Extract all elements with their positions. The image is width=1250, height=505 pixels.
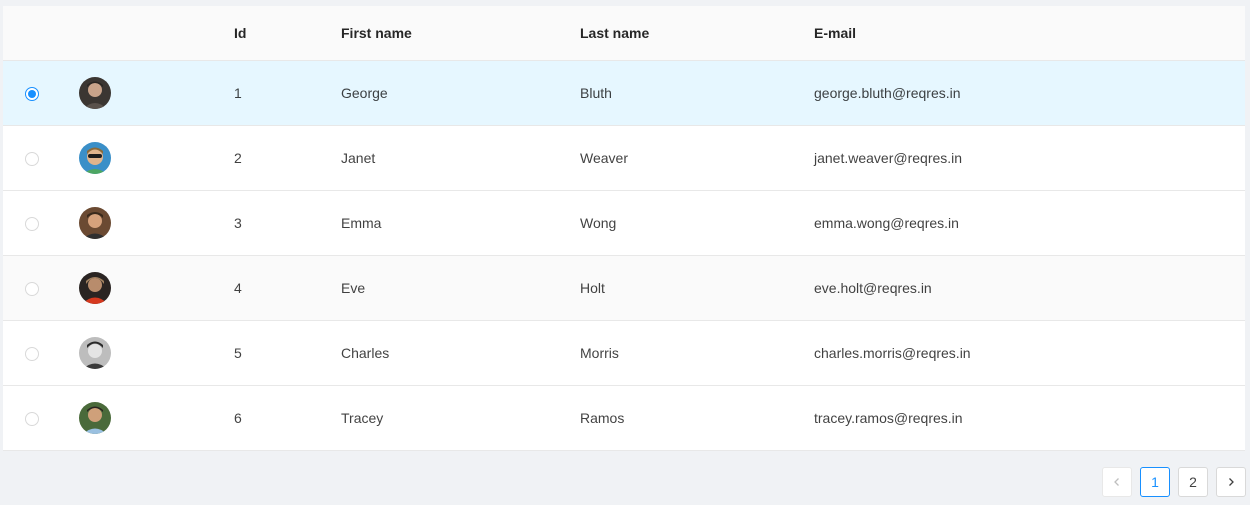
george-avatar: [79, 77, 111, 109]
row-radio[interactable]: [25, 412, 39, 427]
cell-first-name: Emma: [341, 190, 580, 256]
table-row[interactable]: 1 George Bluth george.bluth@reqres.in: [3, 60, 1245, 126]
users-table: Id First name Last name E-mail 1 George …: [3, 6, 1245, 451]
chevron-right-icon: [1229, 478, 1234, 486]
table-row[interactable]: 2 Janet Weaver janet.weaver@reqres.in: [3, 125, 1245, 191]
cell-email: george.bluth@reqres.in: [814, 60, 1245, 126]
table-row[interactable]: 5 Charles Morris charles.morris@reqres.i…: [3, 320, 1245, 386]
cell-id: 2: [234, 125, 341, 191]
cell-id: 4: [234, 255, 341, 321]
cell-email: tracey.ramos@reqres.in: [814, 385, 1245, 451]
pagination: 1 2: [1102, 467, 1246, 497]
cell-email: eve.holt@reqres.in: [814, 255, 1245, 321]
cell-last-name: Bluth: [580, 60, 814, 126]
prev-page-button[interactable]: [1102, 467, 1132, 497]
table-header-row: Id First name Last name E-mail: [3, 6, 1245, 61]
row-radio[interactable]: [25, 87, 39, 102]
table-row[interactable]: 3 Emma Wong emma.wong@reqres.in: [3, 190, 1245, 256]
page-button-1[interactable]: 1: [1140, 467, 1170, 497]
cell-first-name: Charles: [341, 320, 580, 386]
header-last-name: Last name: [580, 6, 814, 61]
row-radio[interactable]: [25, 152, 39, 167]
cell-email: janet.weaver@reqres.in: [814, 125, 1245, 191]
cell-first-name: George: [341, 60, 580, 126]
eve-avatar: [79, 272, 111, 304]
cell-email: emma.wong@reqres.in: [814, 190, 1245, 256]
cell-last-name: Wong: [580, 190, 814, 256]
emma-avatar: [79, 207, 111, 239]
cell-last-name: Holt: [580, 255, 814, 321]
cell-id: 5: [234, 320, 341, 386]
tracey-avatar: [79, 402, 111, 434]
cell-first-name: Eve: [341, 255, 580, 321]
cell-first-name: Tracey: [341, 385, 580, 451]
janet-avatar: [79, 142, 111, 174]
header-select: [3, 6, 71, 61]
charles-avatar: [79, 337, 111, 369]
table-row[interactable]: 4 Eve Holt eve.holt@reqres.in: [3, 255, 1245, 321]
row-radio[interactable]: [25, 347, 39, 362]
header-email: E-mail: [814, 6, 1245, 61]
page: Id First name Last name E-mail 1 George …: [0, 0, 1250, 505]
cell-first-name: Janet: [341, 125, 580, 191]
cell-id: 3: [234, 190, 341, 256]
header-id: Id: [234, 6, 341, 61]
row-radio[interactable]: [25, 282, 39, 297]
cell-id: 6: [234, 385, 341, 451]
cell-email: charles.morris@reqres.in: [814, 320, 1245, 386]
header-first-name: First name: [341, 6, 580, 61]
row-radio[interactable]: [25, 217, 39, 232]
page-button-2[interactable]: 2: [1178, 467, 1208, 497]
cell-last-name: Weaver: [580, 125, 814, 191]
cell-last-name: Ramos: [580, 385, 814, 451]
next-page-button[interactable]: [1216, 467, 1246, 497]
table-row[interactable]: 6 Tracey Ramos tracey.ramos@reqres.in: [3, 385, 1245, 451]
cell-last-name: Morris: [580, 320, 814, 386]
header-avatar: [71, 6, 234, 61]
cell-id: 1: [234, 60, 341, 126]
chevron-left-icon: [1114, 478, 1119, 486]
